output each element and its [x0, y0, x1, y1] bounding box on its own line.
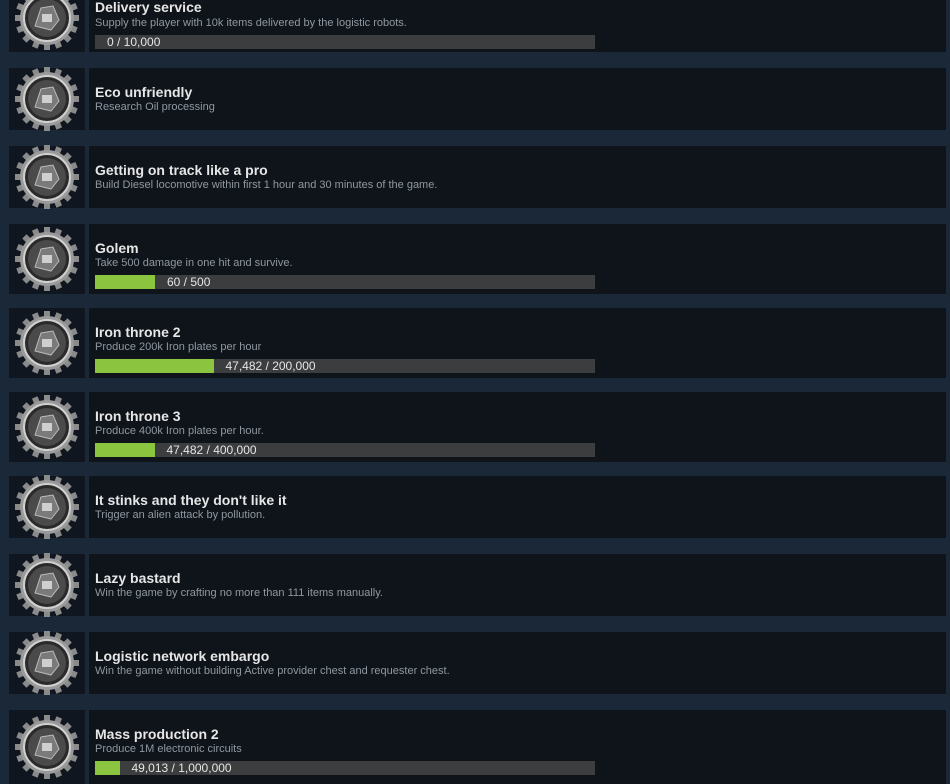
achievement-description: Win the game by crafting no more than 11…: [95, 587, 383, 599]
alien-medal-icon: [15, 475, 79, 539]
achievement-description: Take 500 damage in one hit and survive.: [95, 257, 293, 269]
achievement-title: Iron throne 3: [95, 408, 181, 424]
achievement-title: Lazy bastard: [95, 570, 181, 586]
achievement-description: Build Diesel locomotive within first 1 h…: [95, 179, 438, 191]
circuits-medal-icon: [15, 715, 79, 779]
achievement-content: Golem Take 500 damage in one hit and surv…: [89, 224, 950, 294]
progress-bar: 49,013 / 1,000,000: [95, 761, 595, 775]
achievement-title: Iron throne 2: [95, 324, 181, 340]
progress-bar: 47,482 / 200,000: [95, 359, 595, 373]
achievement-icon-box: [9, 308, 87, 378]
achievement-row: Iron throne 3 Produce 400k Iron plates pe…: [9, 392, 950, 462]
achievement-content: Delivery service Supply the player with 1…: [89, 0, 950, 52]
achievement-row: Logistic network embargo Win the game wit…: [9, 631, 950, 695]
achievement-row: Iron throne 2 Produce 200k Iron plates pe…: [9, 308, 950, 378]
scrollbar[interactable]: [946, 0, 950, 784]
achievement-icon-box: [9, 631, 87, 695]
logistic-robot-medal-icon: [15, 0, 79, 50]
progress-bar: 60 / 500: [95, 275, 595, 289]
achievement-title: Getting on track like a pro: [95, 162, 268, 178]
progress-bar: 47,482 / 400,000: [95, 443, 595, 457]
achievement-icon-box: [9, 553, 87, 617]
progress-bar-fill: [95, 359, 214, 373]
refinery-medal-icon: [15, 67, 79, 131]
achievement-row: Golem Take 500 damage in one hit and surv…: [9, 224, 950, 294]
achievement-title: Mass production 2: [95, 726, 219, 742]
progress-bar-fill: [95, 275, 155, 289]
achievement-description: Produce 1M electronic circuits: [95, 743, 242, 755]
achievement-row: Lazy bastard Win the game by crafting no …: [9, 553, 950, 617]
achievement-title: Golem: [95, 240, 139, 256]
achievement-icon-box: [9, 224, 87, 294]
achievement-content: Iron throne 2 Produce 200k Iron plates pe…: [89, 308, 950, 378]
progress-bar-fill: [95, 761, 120, 775]
achievement-content: Eco unfriendly Research Oil processing: [89, 68, 950, 130]
achievement-icon-box: [9, 392, 87, 462]
achievement-content: It stinks and they don't like it Trigger …: [89, 476, 950, 538]
achievement-description: Research Oil processing: [95, 101, 215, 113]
progress-text: 47,482 / 200,000: [225, 359, 316, 373]
achievement-row: It stinks and they don't like it Trigger …: [9, 475, 950, 539]
achievement-title: It stinks and they don't like it: [95, 492, 287, 508]
achievement-title: Logistic network embargo: [95, 648, 270, 664]
achievement-list[interactable]: Delivery service Supply the player with 1…: [0, 0, 950, 784]
achievement-icon-box: [9, 710, 87, 784]
achievement-icon-box: [9, 475, 87, 539]
achievement-description: Win the game without building Active pro…: [95, 665, 450, 677]
progress-text: 60 / 500: [167, 275, 211, 289]
iron-throne-medal-icon: [15, 311, 79, 375]
achievement-title: Delivery service: [95, 0, 202, 15]
progress-text: 47,482 / 400,000: [166, 443, 257, 457]
achievement-icon-box: [9, 0, 87, 52]
achievement-content: Lazy bastard Win the game by crafting no …: [89, 554, 950, 616]
lazy-bastard-medal-icon: [15, 553, 79, 617]
achievement-row: Mass production 2 Produce 1M electronic c…: [9, 710, 950, 784]
iron-throne-medal-icon: [15, 395, 79, 459]
achievement-content: Iron throne 3 Produce 400k Iron plates pe…: [89, 392, 950, 462]
achievement-description: Produce 200k Iron plates per hour: [95, 341, 262, 353]
achievement-row: Eco unfriendly Research Oil processing: [9, 67, 950, 131]
achievement-row: Getting on track like a pro Build Diesel …: [9, 145, 950, 209]
achievement-content: Mass production 2 Produce 1M electronic c…: [89, 710, 950, 784]
achievement-description: Produce 400k Iron plates per hour.: [95, 425, 264, 437]
achievement-title: Eco unfriendly: [95, 84, 193, 100]
progress-bar-fill: [95, 443, 155, 457]
locomotive-medal-icon: [15, 145, 79, 209]
achievement-content: Getting on track like a pro Build Diesel …: [89, 146, 950, 208]
golem-medal-icon: [15, 227, 79, 291]
progress-text: 0 / 10,000: [107, 35, 161, 49]
chest-embargo-medal-icon: [15, 631, 79, 695]
achievement-icon-box: [9, 67, 87, 131]
achievement-description: Trigger an alien attack by pollution.: [95, 509, 266, 521]
progress-bar: 0 / 10,000: [95, 35, 595, 49]
achievement-icon-box: [9, 145, 87, 209]
achievement-row: Delivery service Supply the player with 1…: [9, 0, 950, 52]
achievement-content: Logistic network embargo Win the game wit…: [89, 632, 950, 694]
progress-text: 49,013 / 1,000,000: [131, 761, 232, 775]
achievement-description: Supply the player with 10k items deliver…: [95, 17, 407, 29]
